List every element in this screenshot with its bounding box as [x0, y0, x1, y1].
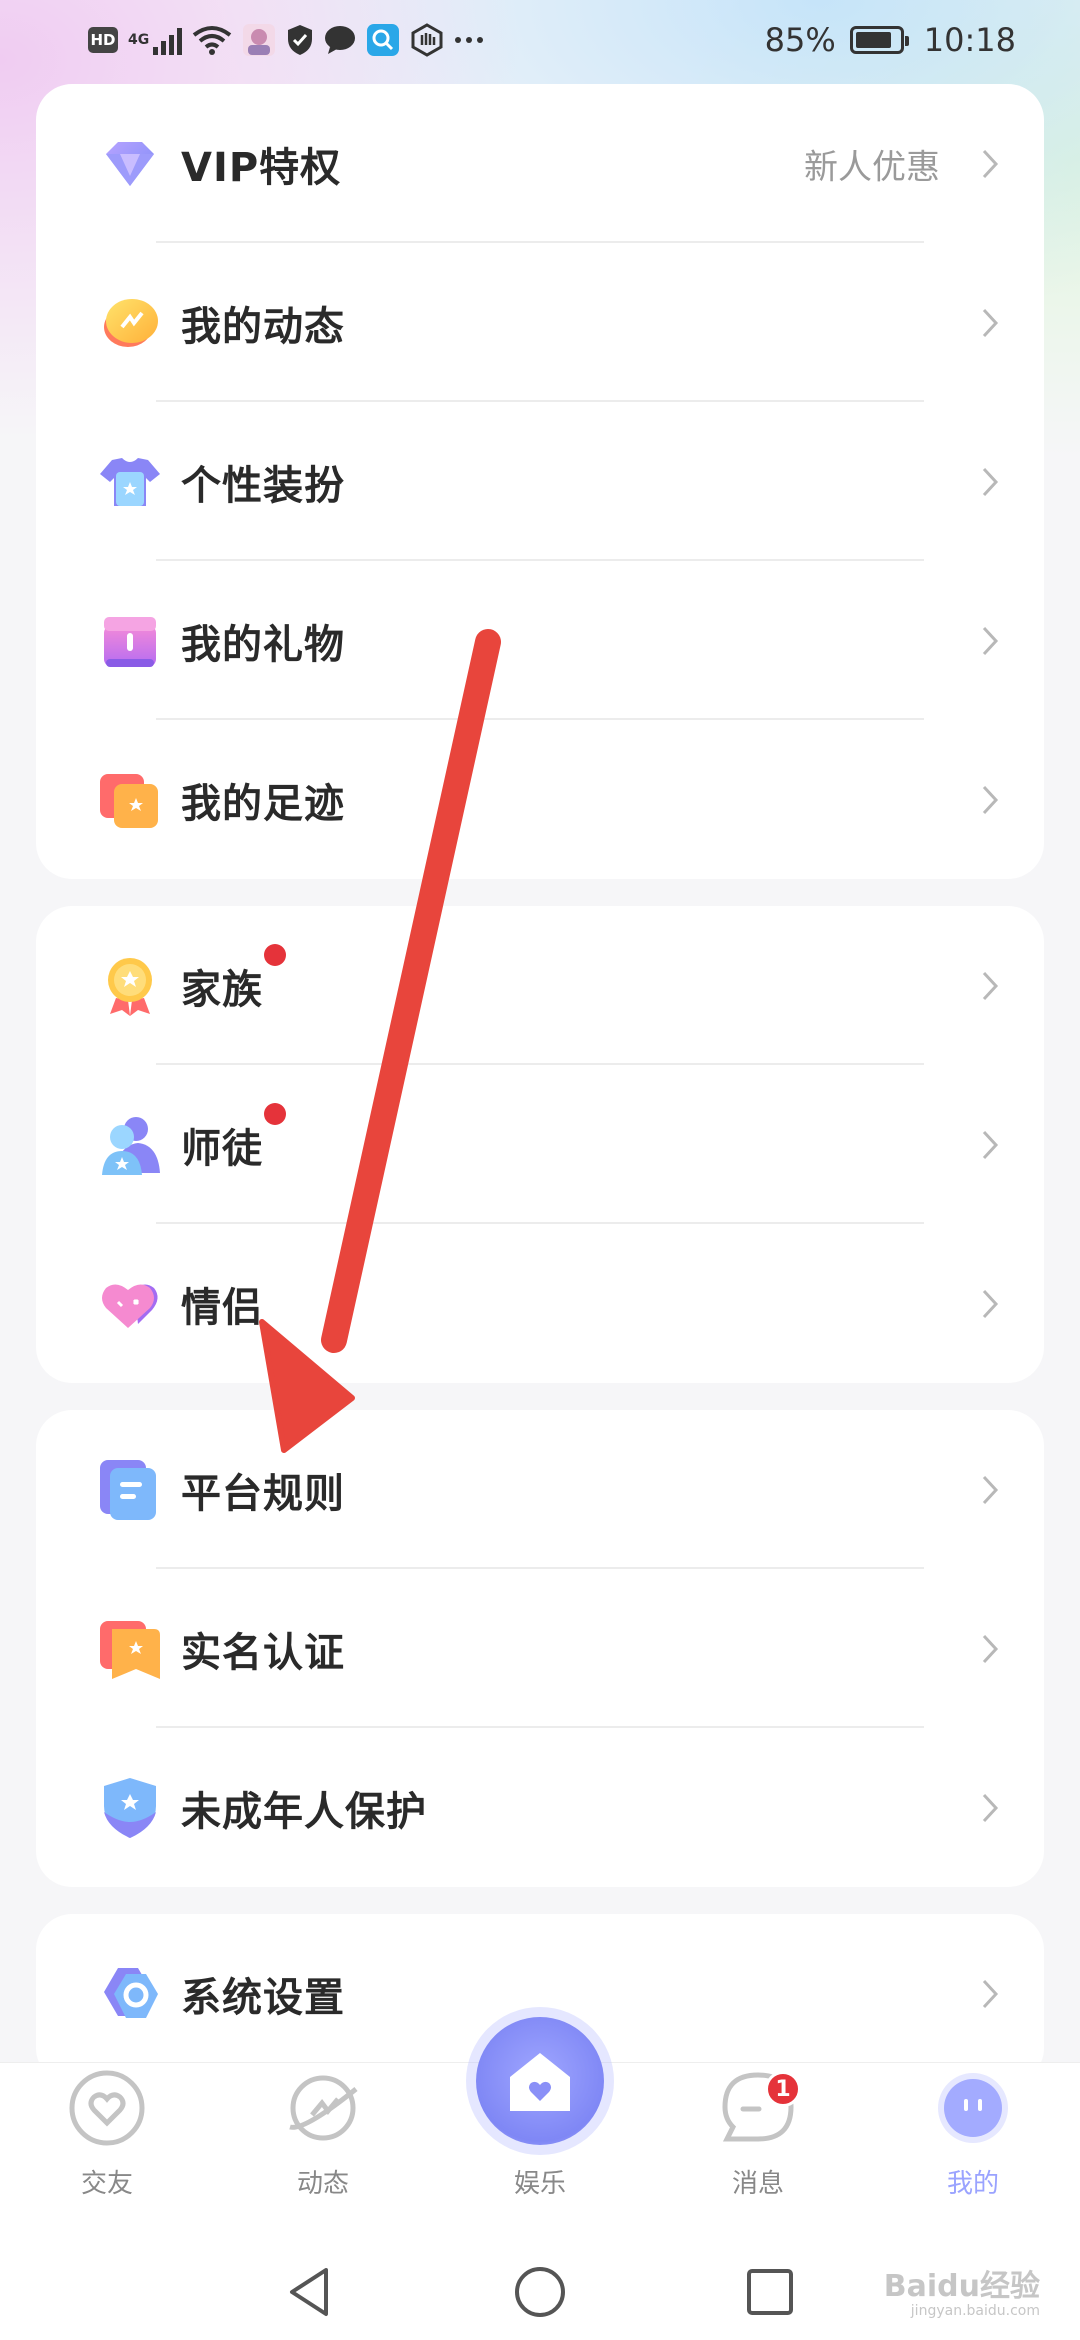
bottom-tab-bar: 交友 动态 娱乐 1 消息 我的 — [0, 2017, 1080, 2243]
rules-document-icon — [98, 1458, 162, 1522]
settings-icon — [98, 1962, 162, 2026]
baidu-watermark: Baidu经验 jingyan.baidu.com — [883, 2269, 1040, 2319]
footprint-icon — [98, 768, 162, 832]
shield-check-icon — [286, 24, 314, 56]
battery-level — [855, 32, 892, 48]
hand-app-icon — [410, 23, 444, 57]
chevron-right-icon — [980, 969, 1000, 1003]
network-type: 4G — [128, 32, 150, 48]
back-triangle-icon[interactable] — [280, 2262, 340, 2322]
tab-moments[interactable]: 动态 — [248, 2063, 398, 2243]
chevron-right-icon — [980, 147, 1000, 181]
planet-icon — [284, 2069, 362, 2147]
couple-heart-icon — [98, 1272, 162, 1336]
status-bar-left: HD 4G — [88, 23, 484, 57]
tab-label: 娱乐 — [513, 2169, 566, 2199]
menu-item-label: 未成年人保护 — [181, 1788, 427, 1835]
menu-item-label: 家族 — [181, 966, 263, 1013]
real-name-icon — [98, 1617, 162, 1681]
menu-item-label: 系统设置 — [181, 1975, 345, 2021]
menu-item-family[interactable]: 家族 — [36, 906, 1044, 1065]
moments-icon — [98, 291, 162, 355]
family-medal-icon — [98, 954, 162, 1018]
menu-item-label: 师徒 — [181, 1125, 263, 1172]
vip-diamond-icon — [98, 132, 162, 196]
wifi-icon — [192, 25, 232, 55]
chevron-right-icon — [980, 1791, 1000, 1825]
menu-item-dress-up[interactable]: 个性装扮 — [36, 402, 1044, 561]
heart-circle-icon — [68, 2069, 146, 2147]
clock-time: 10:18 — [923, 21, 1016, 59]
menu-item-label: 我的礼物 — [181, 621, 345, 668]
tab-label: 我的 — [946, 2169, 999, 2199]
menu-item-couple[interactable]: 情侣 — [36, 1224, 1044, 1383]
menu-card-profile: VIP特权 新人优惠 我的动态 个性装扮 我的礼物 我的足迹 — [36, 84, 1044, 879]
more-notifications-icon — [454, 35, 484, 45]
menu-item-label: 我的足迹 — [181, 780, 345, 827]
battery-percent: 85% — [764, 21, 836, 59]
mentor-icon — [98, 1113, 162, 1177]
search-app-icon — [366, 23, 400, 57]
chevron-right-icon — [980, 624, 1000, 658]
chevron-right-icon — [980, 1473, 1000, 1507]
home-circle-icon[interactable] — [510, 2262, 570, 2322]
hd-badge: HD — [88, 27, 118, 53]
tab-label: 动态 — [296, 2169, 349, 2199]
watermark-text: Baidu经验 — [883, 2269, 1040, 2304]
menu-item-real-name[interactable]: 实名认证 — [36, 1569, 1044, 1728]
menu-card-compliance: 平台规则 实名认证 未成年人保护 — [36, 1410, 1044, 1887]
avatar-notification-icon — [242, 23, 276, 57]
chevron-right-icon — [980, 1632, 1000, 1666]
menu-item-gifts[interactable]: 我的礼物 — [36, 561, 1044, 720]
gift-icon — [98, 609, 162, 673]
menu-item-footprint[interactable]: 我的足迹 — [36, 720, 1044, 879]
menu-item-label: VIP特权 — [181, 144, 342, 191]
chevron-right-icon — [980, 306, 1000, 340]
chevron-right-icon — [980, 465, 1000, 499]
battery-icon — [849, 26, 909, 54]
menu-item-label: 情侣 — [181, 1284, 263, 1331]
cellular-signal-icon: 4G — [128, 25, 183, 55]
chevron-right-icon — [980, 1977, 1000, 2011]
menu-item-label: 我的动态 — [181, 303, 345, 350]
profile-face-icon — [934, 2069, 1012, 2147]
red-dot-badge — [264, 943, 286, 966]
chevron-right-icon — [980, 783, 1000, 817]
red-dot-badge — [264, 1102, 286, 1125]
tab-friends[interactable]: 交友 — [32, 2063, 182, 2243]
status-bar-right: 85% 10:18 — [765, 21, 1016, 59]
tab-label: 消息 — [731, 2169, 784, 2199]
tab-messages[interactable]: 1 消息 — [683, 2063, 833, 2243]
home-center-icon[interactable] — [476, 2017, 604, 2145]
menu-item-label: 个性装扮 — [181, 462, 345, 509]
status-bar: HD 4G 85% 10:18 — [0, 0, 1080, 80]
tab-label: 交友 — [80, 2169, 133, 2199]
chevron-right-icon — [980, 1128, 1000, 1162]
chevron-right-icon — [980, 1287, 1000, 1321]
menu-item-label: 实名认证 — [181, 1629, 345, 1676]
menu-card-relations: 家族 师徒 情侣 — [36, 906, 1044, 1383]
menu-item-mentor[interactable]: 师徒 — [36, 1065, 1044, 1224]
chat-bubble-icon — [324, 25, 356, 55]
vip-promo-text: 新人优惠 — [804, 147, 940, 187]
watermark-url: jingyan.baidu.com — [910, 2303, 1040, 2319]
system-navigation-bar: Baidu经验 jingyan.baidu.com — [0, 2242, 1080, 2340]
menu-item-label: 平台规则 — [181, 1470, 345, 1517]
dress-up-icon — [98, 450, 162, 514]
tab-profile[interactable]: 我的 — [898, 2063, 1048, 2243]
menu-item-vip[interactable]: VIP特权 新人优惠 — [36, 84, 1044, 243]
unread-count-badge: 1 — [765, 2071, 801, 2107]
minor-protection-shield-icon — [98, 1776, 162, 1840]
recents-square-icon[interactable] — [740, 2262, 800, 2322]
menu-item-minor-protection[interactable]: 未成年人保护 — [36, 1728, 1044, 1887]
menu-item-platform-rules[interactable]: 平台规则 — [36, 1410, 1044, 1569]
menu-item-moments[interactable]: 我的动态 — [36, 243, 1044, 402]
